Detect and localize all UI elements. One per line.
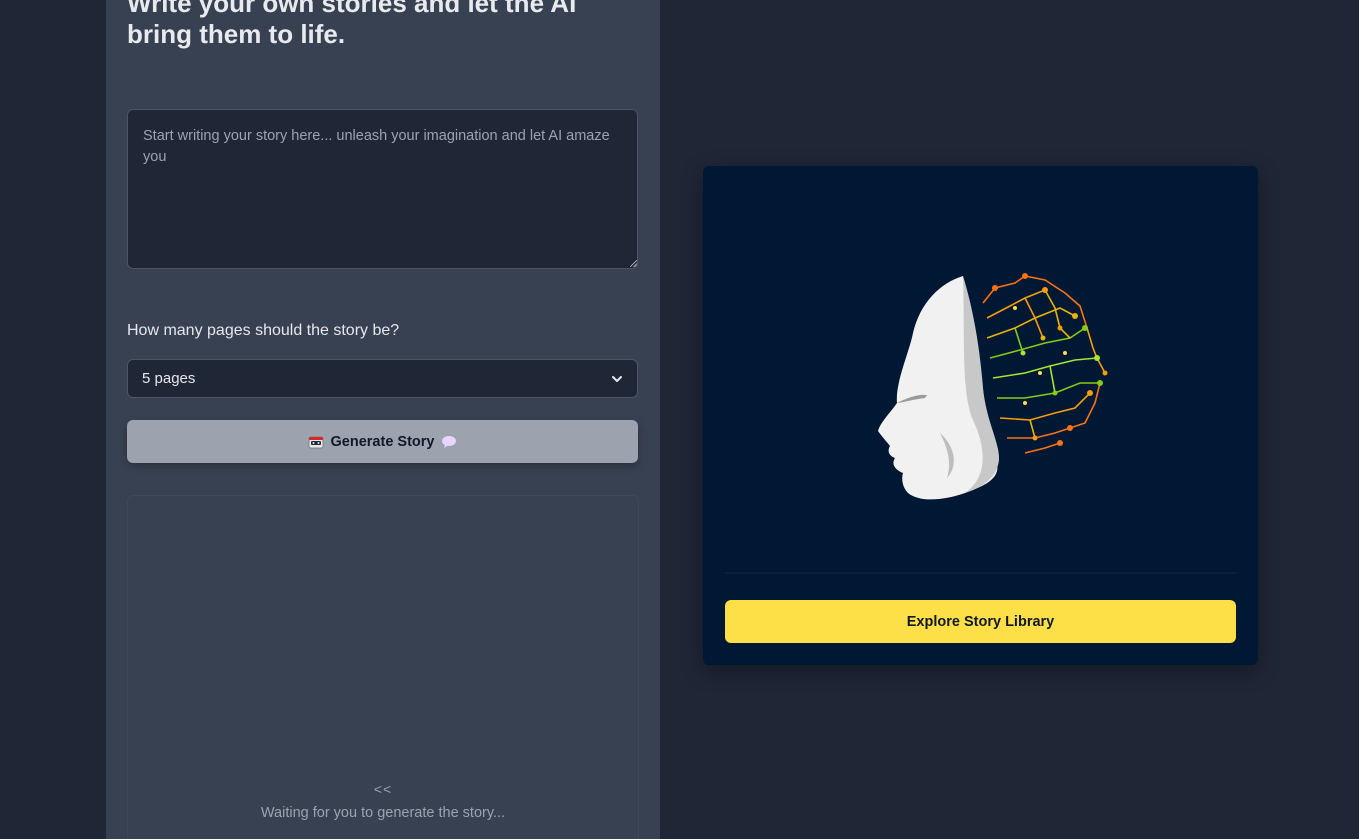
- page-nav-arrows[interactable]: <<: [128, 781, 638, 797]
- story-library-card: Explore Story Library: [703, 166, 1258, 665]
- robot-icon: [308, 436, 323, 448]
- page: Write your own stories and let the AI br…: [0, 0, 1359, 839]
- story-output-area: << Waiting for you to generate the story…: [127, 495, 639, 839]
- page-headline: Write your own stories and let the AI br…: [127, 0, 577, 49]
- story-composer-panel: Write your own stories and let the AI br…: [106, 0, 660, 839]
- waiting-message: Waiting for you to generate the story...: [260, 805, 506, 821]
- pages-select[interactable]: 5 pages: [127, 359, 638, 398]
- story-input[interactable]: [127, 109, 638, 269]
- pages-select-value: 5 pages: [142, 370, 196, 387]
- generate-story-label: Generate Story: [330, 433, 435, 450]
- generate-story-button[interactable]: Generate Story: [127, 420, 638, 463]
- chevron-down-icon: [612, 375, 622, 382]
- pages-label: How many pages should the story be?: [127, 322, 400, 339]
- ai-head-illustration: [725, 188, 1236, 590]
- speech-bubble-icon: [442, 435, 457, 448]
- explore-library-button[interactable]: Explore Story Library: [725, 600, 1236, 643]
